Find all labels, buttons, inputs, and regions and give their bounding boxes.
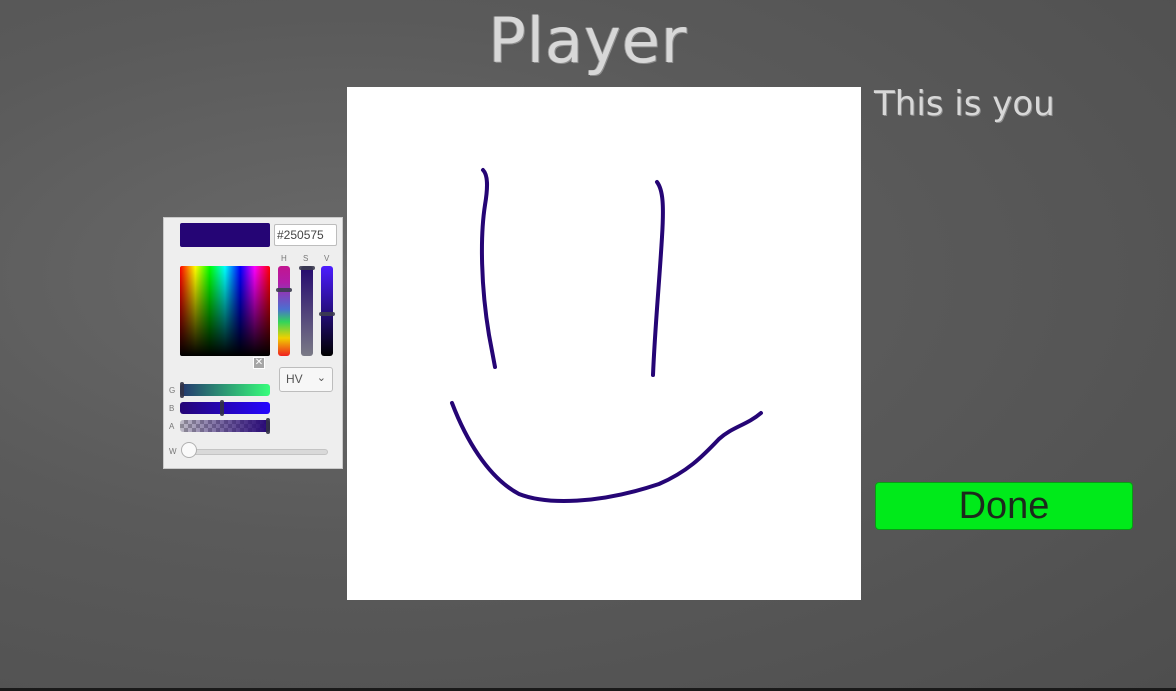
green-slider-thumb[interactable] [180,382,184,398]
green-slider-label: G [169,386,176,395]
brush-width-slider[interactable] [182,449,328,455]
hex-color-input[interactable] [274,224,337,246]
blue-slider-label: B [169,404,175,413]
drawing-strokes [450,168,763,503]
alpha-slider-thumb[interactable] [266,418,270,434]
alpha-slider[interactable] [180,418,270,434]
player-caption: This is you [874,84,1055,124]
done-button[interactable]: Done [875,482,1133,530]
color-picker: ✕ H S V HV ⌄ G B A W [163,217,343,469]
saturation-value-box[interactable]: ✕ [180,266,270,369]
current-color-swatch [180,223,270,247]
saturation-slider-thumb[interactable] [299,266,315,270]
brush-width-slider-thumb[interactable] [181,442,197,458]
value-slider-thumb[interactable] [319,312,335,316]
blue-slider[interactable] [180,400,270,416]
alpha-slider-label: A [169,422,175,431]
mouth-stroke [450,401,763,503]
hue-slider-thumb[interactable] [276,288,292,292]
hue-slider-label: H [281,254,287,263]
blue-slider-thumb[interactable] [220,400,224,416]
chevron-down-icon: ⌄ [316,372,326,384]
hue-slider[interactable] [276,266,292,356]
left-eye-stroke [479,168,497,369]
saturation-slider-label: S [303,254,309,263]
drawing-canvas[interactable] [347,87,861,600]
page-title: Player [488,4,688,77]
sv-cursor-icon[interactable]: ✕ [253,357,265,369]
saturation-slider[interactable] [299,266,315,356]
green-slider[interactable] [180,382,270,398]
value-slider[interactable] [319,266,335,356]
value-slider-label: V [324,254,330,263]
picker-mode-select[interactable]: HV ⌄ [279,367,333,392]
right-eye-stroke [651,180,665,377]
width-slider-label: W [169,447,177,456]
picker-mode-value: HV [286,372,303,386]
